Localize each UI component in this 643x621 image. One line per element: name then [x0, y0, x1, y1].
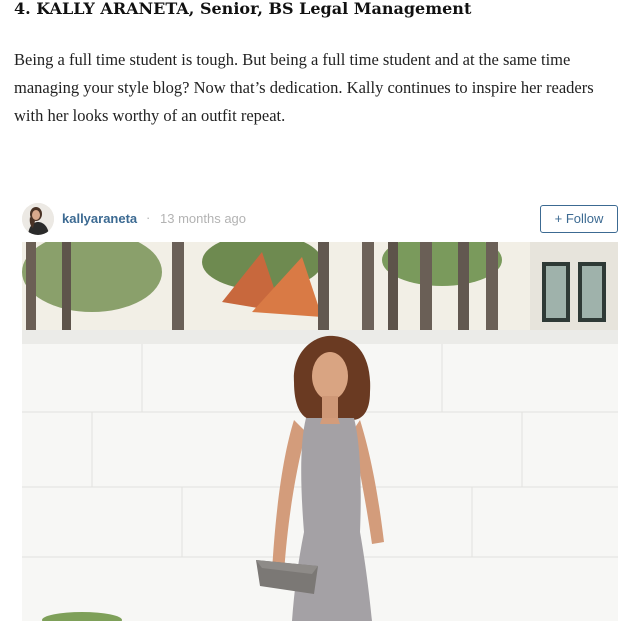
avatar-image [22, 203, 54, 235]
article-heading: 4. KALLY ARANETA, Senior, BS Legal Manag… [14, 0, 472, 18]
outfit-photo[interactable] [22, 242, 618, 621]
instagram-embed-header: kallyaraneta · 13 months ago + Follow [22, 202, 620, 238]
username-link[interactable]: kallyaraneta [62, 211, 137, 226]
photo-illustration [22, 242, 618, 621]
separator-dot: · [146, 210, 151, 225]
avatar[interactable] [22, 203, 54, 235]
post-timestamp[interactable]: 13 months ago [160, 211, 246, 226]
article-paragraph: Being a full time student is tough. But … [14, 50, 594, 125]
follow-button[interactable]: + Follow [540, 205, 618, 233]
